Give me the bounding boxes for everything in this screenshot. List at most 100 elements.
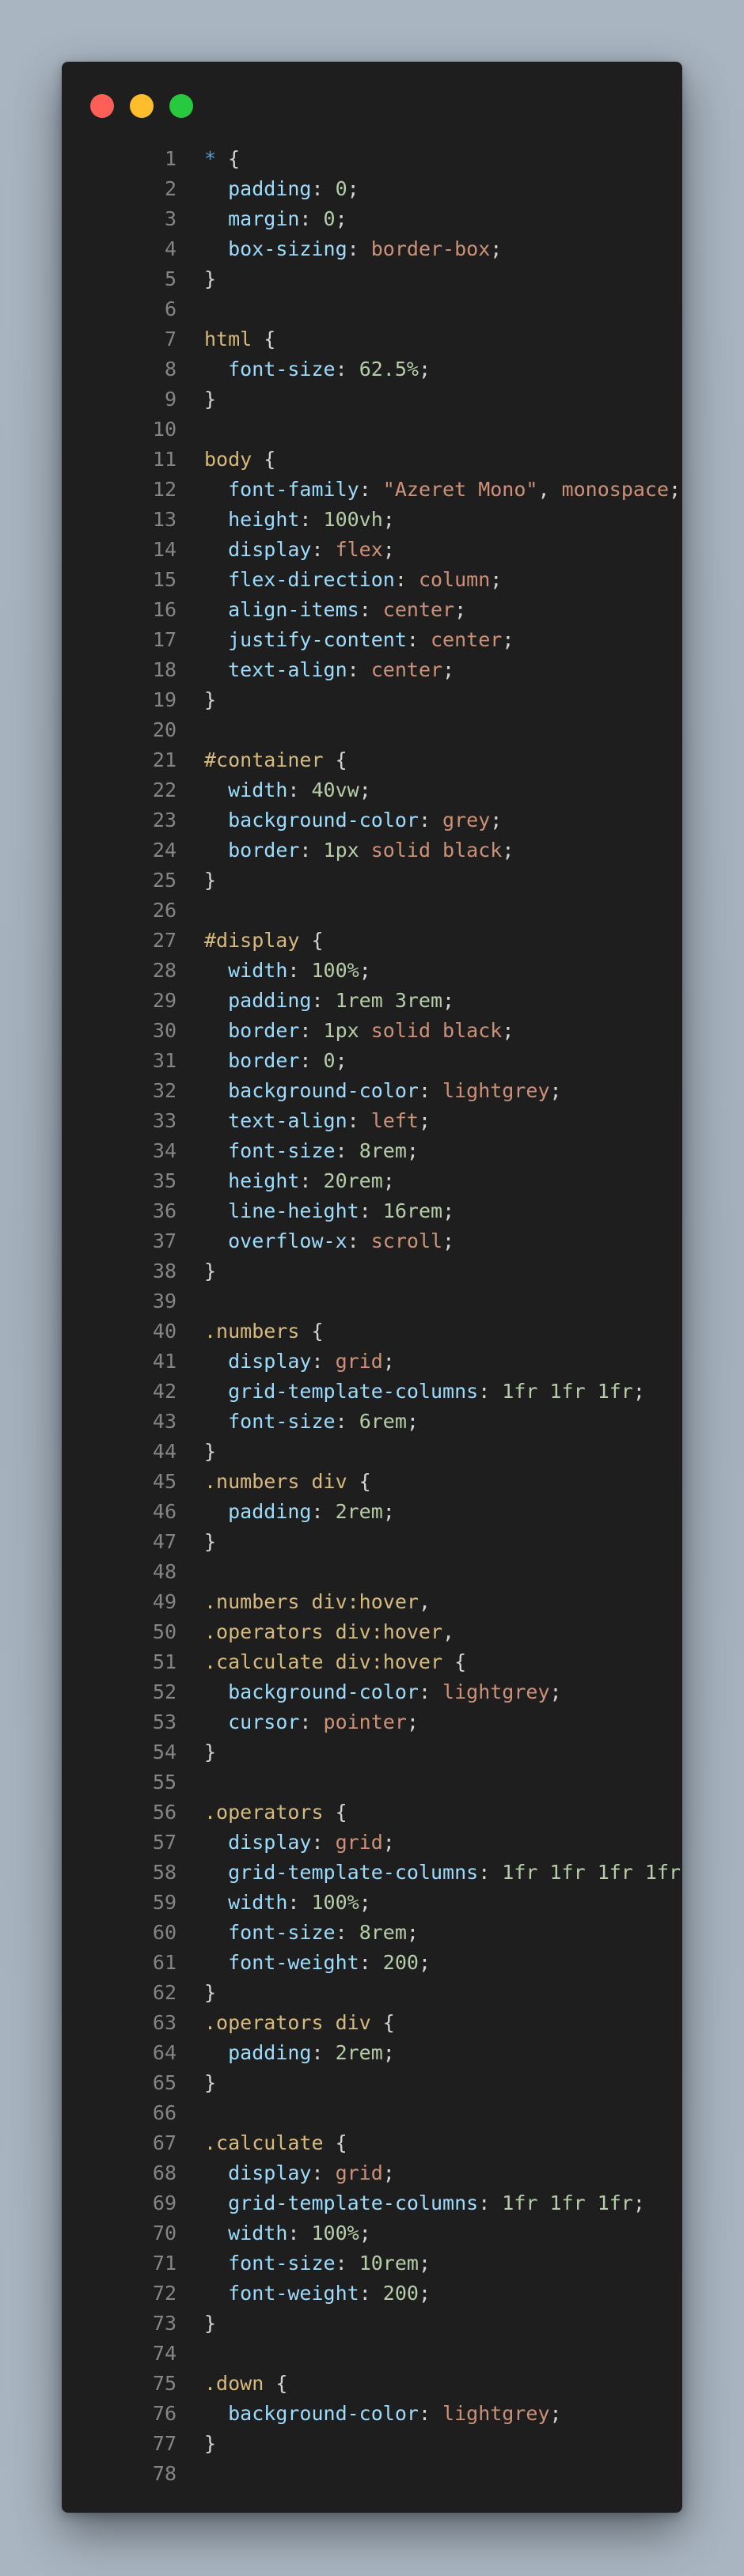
punctuation-token bbox=[204, 177, 228, 200]
line-number: 55 bbox=[152, 1771, 177, 1794]
punctuation-token: : bbox=[418, 1680, 443, 1703]
window-titlebar bbox=[62, 62, 682, 144]
code-line: 19} bbox=[62, 685, 682, 715]
property-token: padding bbox=[228, 1500, 312, 1523]
line-number: 10 bbox=[152, 418, 177, 441]
line-number: 31 bbox=[152, 1049, 177, 1072]
punctuation-token bbox=[204, 2161, 228, 2184]
punctuation-token: : bbox=[418, 2402, 443, 2425]
number-token: 20rem bbox=[323, 1169, 383, 1192]
punctuation-token: } bbox=[204, 1260, 217, 1282]
code-text: background-color: lightgrey; bbox=[204, 2399, 561, 2429]
punctuation-token bbox=[204, 959, 228, 982]
code-text: line-height: 16rem; bbox=[204, 1196, 454, 1226]
punctuation-token: { bbox=[216, 147, 241, 170]
punctuation-token bbox=[204, 778, 228, 801]
code-text: } bbox=[204, 1527, 216, 1557]
code-line: 37 overflow-x: scroll; bbox=[62, 1226, 682, 1256]
punctuation-token: ; bbox=[490, 809, 503, 832]
code-line: 58 grid-template-columns: 1fr 1fr 1fr 1f… bbox=[62, 1858, 682, 1888]
code-text: grid-template-columns: 1fr 1fr 1fr; bbox=[204, 2188, 645, 2218]
property-token: box-sizing bbox=[228, 237, 347, 260]
punctuation-token bbox=[204, 1169, 228, 1192]
code-line: 26 bbox=[62, 896, 682, 926]
line-number: 15 bbox=[152, 568, 177, 591]
code-line: 22 width: 40vw; bbox=[62, 775, 682, 805]
number-token: 100% bbox=[311, 1891, 359, 1914]
line-number: 32 bbox=[152, 1079, 177, 1102]
code-line: 57 display: grid; bbox=[62, 1828, 682, 1858]
code-line: 54} bbox=[62, 1737, 682, 1767]
punctuation-token: : bbox=[311, 1500, 336, 1523]
code-line: 36 line-height: 16rem; bbox=[62, 1196, 682, 1226]
property-token: width bbox=[228, 959, 288, 982]
property-token: display bbox=[228, 1831, 312, 1854]
line-number: 23 bbox=[152, 809, 177, 832]
minimize-dot[interactable] bbox=[130, 94, 154, 118]
property-token: border bbox=[228, 1049, 300, 1072]
maximize-dot[interactable] bbox=[169, 94, 193, 118]
line-number: 75 bbox=[152, 2372, 177, 2395]
code-text: box-sizing: border-box; bbox=[204, 234, 502, 264]
punctuation-token bbox=[204, 478, 228, 501]
code-text: .down { bbox=[204, 2369, 287, 2399]
punctuation-token: : bbox=[299, 1049, 324, 1072]
code-text: grid-template-columns: 1fr 1fr 1fr 1fr; bbox=[204, 1858, 682, 1888]
close-dot[interactable] bbox=[90, 94, 114, 118]
punctuation-token: : bbox=[299, 1019, 324, 1042]
punctuation-token: ; bbox=[549, 1079, 562, 1102]
punctuation-token bbox=[204, 1229, 228, 1252]
code-editor: 1 * {2 padding: 0; 3 margin: 0; 4 box-sizin… bbox=[62, 144, 682, 2489]
line-number: 34 bbox=[152, 1139, 177, 1162]
line-number: 69 bbox=[152, 2191, 177, 2214]
punctuation-token: ; bbox=[359, 959, 371, 982]
code-text: padding: 0; bbox=[204, 174, 359, 204]
value-token: grey bbox=[442, 809, 491, 832]
punctuation-token: : bbox=[335, 2252, 359, 2275]
code-text: font-weight: 200; bbox=[204, 2279, 431, 2309]
property-token: width bbox=[228, 778, 288, 801]
line-number: 7 bbox=[164, 328, 177, 350]
line-number: 49 bbox=[152, 1590, 177, 1613]
punctuation-token: : bbox=[299, 1169, 324, 1192]
code-line: 46 padding: 2rem; bbox=[62, 1497, 682, 1527]
punctuation-token: : bbox=[418, 1079, 443, 1102]
punctuation-token: } bbox=[204, 1440, 217, 1463]
code-text: } bbox=[204, 1437, 216, 1467]
property-token: font-weight bbox=[228, 2282, 359, 2305]
code-text: } bbox=[204, 2068, 216, 2098]
code-text: } bbox=[204, 866, 216, 896]
code-line: 76 background-color: lightgrey; bbox=[62, 2399, 682, 2429]
code-line: 10 bbox=[62, 415, 682, 445]
code-text: display: grid; bbox=[204, 2158, 395, 2188]
punctuation-token bbox=[204, 568, 228, 591]
code-line: 6 bbox=[62, 294, 682, 324]
code-line: 61 font-weight: 200; bbox=[62, 1948, 682, 1978]
punctuation-token: : bbox=[311, 2041, 336, 2064]
punctuation-token: : bbox=[287, 1891, 312, 1914]
property-token: border bbox=[228, 1019, 300, 1042]
line-number: 38 bbox=[152, 1260, 177, 1282]
punctuation-token: ; bbox=[406, 1710, 419, 1733]
code-text: } bbox=[204, 1978, 216, 2008]
line-number: 21 bbox=[152, 748, 177, 771]
line-number: 60 bbox=[152, 1921, 177, 1944]
selector-token: .calculate bbox=[204, 2131, 324, 2154]
punctuation-token: : bbox=[347, 1229, 371, 1252]
punctuation-token bbox=[204, 2402, 228, 2425]
number-token: 16rem bbox=[382, 1199, 443, 1222]
line-number: 51 bbox=[152, 1650, 177, 1673]
punctuation-token: } bbox=[204, 2432, 217, 2455]
code-text: padding: 2rem; bbox=[204, 1497, 395, 1527]
line-number: 65 bbox=[152, 2071, 177, 2094]
code-text: border: 0; bbox=[204, 1046, 347, 1076]
code-line: 44} bbox=[62, 1437, 682, 1467]
selector-token: * bbox=[204, 147, 217, 170]
punctuation-token: : bbox=[347, 1109, 371, 1132]
code-line: 29 padding: 1rem 3rem; bbox=[62, 986, 682, 1016]
code-window: 1 * {2 padding: 0; 3 margin: 0; 4 box-sizin… bbox=[62, 62, 682, 2513]
code-line: 74 bbox=[62, 2339, 682, 2369]
punctuation-token: ; bbox=[490, 568, 503, 591]
punctuation-token: { bbox=[323, 1801, 347, 1824]
punctuation-token: : bbox=[287, 778, 312, 801]
